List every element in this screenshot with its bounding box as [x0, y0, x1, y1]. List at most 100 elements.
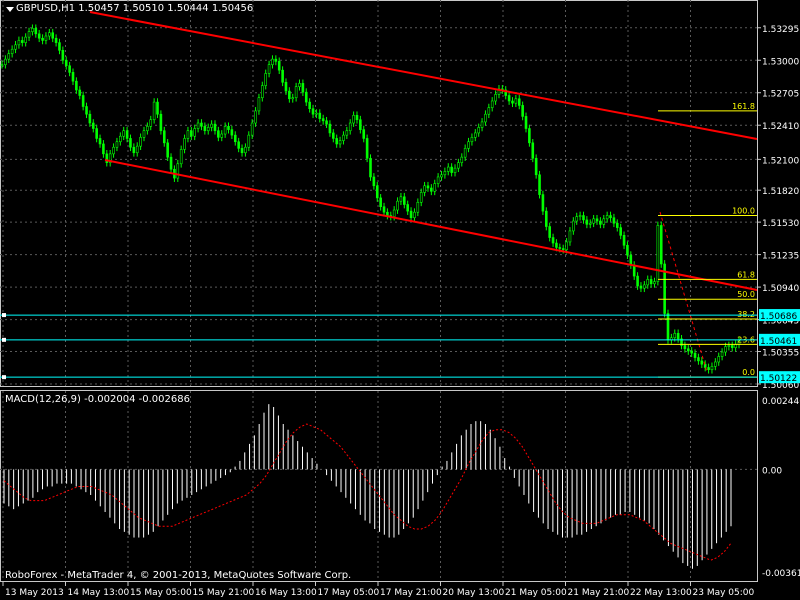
- candle-body: [588, 222, 592, 225]
- macd-signal-line: [3, 423, 732, 561]
- candle-body: [548, 226, 551, 238]
- candle-body: [585, 219, 589, 225]
- candle-body: [727, 345, 731, 347]
- chart-menu-arrow-icon[interactable]: [6, 7, 14, 12]
- price-chart[interactable]: 1.53295 1.53000 1.52705 1.52410 1.52100 1.518…: [0, 0, 800, 600]
- candle-body: [179, 149, 183, 165]
- candle-body: [676, 333, 680, 340]
- price-badge-label: 1.50461: [760, 337, 797, 347]
- candle-body: [480, 121, 484, 128]
- candle-body: [575, 216, 579, 222]
- candle-body: [399, 196, 403, 202]
- candle-body: [162, 130, 166, 144]
- candle-body: [159, 113, 163, 132]
- candle-body: [730, 345, 734, 348]
- time-tick-label: 15 May 05:00: [130, 588, 192, 598]
- candle-body: [365, 138, 369, 159]
- candle-body: [643, 284, 646, 289]
- candle-body: [261, 85, 264, 98]
- macd-tick-label: -0.003614: [762, 569, 800, 579]
- candle-body: [332, 132, 335, 139]
- candle-body: [558, 247, 562, 249]
- candle-body: [440, 174, 443, 178]
- candle-body: [653, 281, 656, 285]
- candle-body: [20, 40, 24, 43]
- candle-body: [24, 36, 27, 43]
- candle-body: [382, 206, 386, 213]
- candle-body: [288, 90, 291, 100]
- candle-body: [119, 135, 122, 143]
- candle-body: [223, 126, 227, 135]
- candle-body: [534, 157, 538, 176]
- candle-body: [37, 33, 41, 39]
- time-tick-label: 21 May 21:00: [568, 588, 630, 598]
- candle-body: [487, 107, 491, 115]
- candle-body: [450, 166, 453, 173]
- candle-body: [98, 138, 102, 145]
- candle-body: [707, 367, 710, 370]
- candle-body: [115, 141, 119, 148]
- candle-body: [453, 167, 457, 173]
- candle-body: [233, 134, 237, 143]
- candle-body: [10, 48, 14, 54]
- price-tick-label: 1.50355: [762, 349, 799, 359]
- candle-body: [599, 220, 602, 225]
- candle-body: [274, 58, 278, 62]
- time-tick-label: 21 May 05:00: [505, 588, 567, 598]
- candle-body: [169, 156, 173, 170]
- candle-body: [58, 42, 61, 51]
- candle-body: [112, 146, 115, 155]
- candle-body: [561, 248, 565, 250]
- candle-body: [413, 211, 416, 219]
- fibo-level-label: 61.8: [737, 270, 755, 279]
- candle-body: [700, 360, 704, 365]
- hline-anchor: [2, 375, 6, 380]
- candle-body: [528, 128, 531, 144]
- candle-body: [359, 119, 362, 130]
- hline-anchor: [2, 337, 6, 342]
- candle-body: [64, 59, 68, 67]
- candle-body: [230, 129, 234, 136]
- candle-body: [609, 215, 612, 219]
- candle-body: [386, 211, 389, 216]
- footer-copyright: RoboForex - MetaTrader 4, © 2001-2013, M…: [5, 570, 352, 581]
- hline-anchor: [2, 313, 6, 318]
- time-tick-label: 14 May 13:00: [68, 588, 130, 598]
- candle-body: [565, 241, 568, 250]
- candle-body: [348, 122, 352, 132]
- candle-body: [325, 120, 328, 125]
- candle-body: [240, 148, 244, 154]
- candle-body: [582, 215, 585, 221]
- candle-body: [477, 127, 480, 134]
- candle-body: [720, 351, 724, 357]
- candle-body: [636, 275, 639, 287]
- fibo-level-label: 0.0: [742, 368, 755, 377]
- fibo-trendline: [659, 211, 708, 373]
- candle-body: [457, 162, 460, 169]
- candle-body: [196, 122, 200, 129]
- candle-body: [54, 37, 58, 43]
- candle-body: [102, 143, 105, 155]
- candle-body: [308, 101, 311, 110]
- candle-body: [416, 202, 420, 213]
- candle-body: [321, 118, 325, 122]
- candle-body: [649, 279, 653, 285]
- candle-body: [247, 134, 251, 148]
- candle-body: [595, 218, 599, 222]
- candle-body: [193, 128, 197, 137]
- candle-body: [379, 197, 382, 208]
- candle-body: [686, 348, 690, 352]
- time-tick-label: 20 May 13:00: [443, 588, 505, 598]
- candle-body: [639, 285, 643, 289]
- candle-body: [291, 97, 295, 100]
- candle-body: [375, 185, 379, 199]
- candle-body: [355, 115, 359, 121]
- candle-body: [206, 127, 210, 132]
- candle-body: [71, 72, 75, 82]
- candle-body: [436, 176, 440, 184]
- candle-body: [724, 346, 727, 353]
- candle-body: [281, 69, 284, 83]
- candle-body: [301, 83, 305, 93]
- candle-body: [264, 73, 267, 86]
- candle-body: [271, 58, 274, 65]
